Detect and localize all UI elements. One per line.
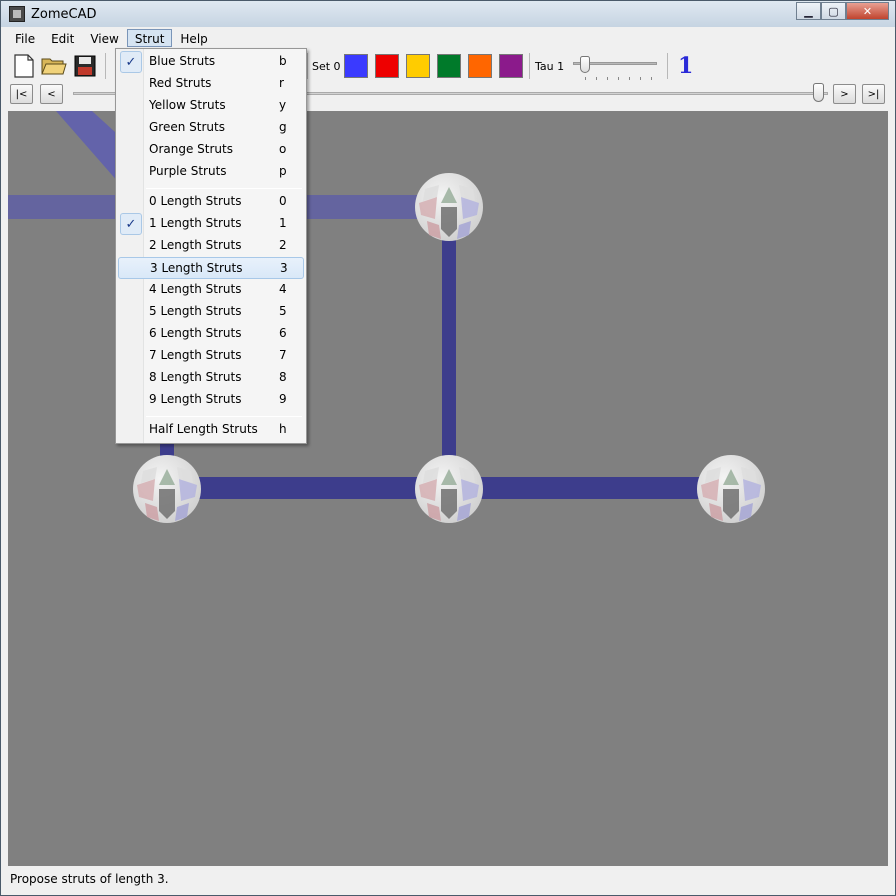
menu-help[interactable]: Help <box>172 29 215 47</box>
menu-item-9-length[interactable]: 9 Length Struts 9 <box>118 389 304 411</box>
maximize-icon: ▢ <box>828 4 839 18</box>
toolbar-separator <box>105 53 106 79</box>
zome-ball[interactable] <box>415 173 483 241</box>
slider-tick <box>596 77 597 80</box>
menu-item-green-struts[interactable]: Green Struts g <box>118 117 304 139</box>
window-title: ZomeCAD <box>31 6 97 22</box>
tau-slider-thumb[interactable] <box>580 56 590 73</box>
menu-item-6-length[interactable]: 6 Length Struts 6 <box>118 323 304 345</box>
menu-item-5-length[interactable]: 5 Length Struts 5 <box>118 301 304 323</box>
color-swatch-yellow[interactable] <box>406 54 430 78</box>
title-bar: ZomeCAD ▁ ▢ ✕ <box>1 1 895 27</box>
strut-menu-dropdown: ✓ Blue Struts b Red Struts r Yellow Stru… <box>115 48 307 444</box>
status-bar: Propose struts of length 3. <box>1 867 895 891</box>
menu-separator <box>146 416 302 417</box>
slider-tick <box>618 77 619 80</box>
color-swatch-orange[interactable] <box>468 54 492 78</box>
open-folder-icon <box>41 58 67 75</box>
color-swatch-blue[interactable] <box>344 54 368 78</box>
menu-item-red-struts[interactable]: Red Struts r <box>118 73 304 95</box>
menu-item-3-length[interactable]: 3 Length Struts 3 <box>118 257 304 279</box>
menu-item-4-length[interactable]: 4 Length Struts 4 <box>118 279 304 301</box>
history-slider-thumb[interactable] <box>813 83 824 102</box>
first-step-button[interactable]: |< <box>10 84 33 104</box>
maximize-button[interactable]: ▢ <box>821 2 846 20</box>
save-file-button[interactable] <box>72 53 98 79</box>
zome-ball[interactable] <box>133 455 201 523</box>
menu-item-8-length[interactable]: 8 Length Struts 8 <box>118 367 304 389</box>
menu-item-purple-struts[interactable]: Purple Struts p <box>118 161 304 183</box>
minimize-icon: ▁ <box>804 4 813 18</box>
color-swatch-green[interactable] <box>437 54 461 78</box>
slider-tick <box>651 77 652 80</box>
menu-view[interactable]: View <box>82 29 126 47</box>
check-icon: ✓ <box>120 213 142 235</box>
menu-item-orange-struts[interactable]: Orange Struts o <box>118 139 304 161</box>
next-step-button[interactable]: > <box>833 84 856 104</box>
zome-ball[interactable] <box>697 455 765 523</box>
color-swatch-red[interactable] <box>375 54 399 78</box>
slider-tick <box>585 77 586 80</box>
menu-item-yellow-struts[interactable]: Yellow Struts y <box>118 95 304 117</box>
menu-edit[interactable]: Edit <box>43 29 82 47</box>
menu-item-blue-struts[interactable]: ✓ Blue Struts b <box>118 51 304 73</box>
slider-tick <box>629 77 630 80</box>
menu-item-1-length[interactable]: ✓ 1 Length Struts 1 <box>118 213 304 235</box>
menu-file[interactable]: File <box>7 29 43 47</box>
menu-item-half-length[interactable]: Half Length Struts h <box>118 419 304 441</box>
prev-step-button[interactable]: < <box>40 84 63 104</box>
color-swatch-purple[interactable] <box>499 54 523 78</box>
slider-tick <box>607 77 608 80</box>
strut-lower-right <box>480 477 700 499</box>
menu-bar: File Edit View Strut Help <box>1 28 895 48</box>
check-icon: ✓ <box>120 51 142 73</box>
last-step-button[interactable]: >| <box>862 84 885 104</box>
tau-value: 1 <box>678 53 694 79</box>
save-disk-icon <box>74 55 96 77</box>
open-file-button[interactable] <box>41 53 67 79</box>
window-controls: ▁ ▢ ✕ <box>796 2 889 20</box>
new-file-icon <box>14 54 34 78</box>
new-file-button[interactable] <box>11 53 37 79</box>
tau-label: Tau 1 <box>535 60 565 73</box>
zome-ball[interactable] <box>415 455 483 523</box>
menu-item-7-length[interactable]: 7 Length Struts 7 <box>118 345 304 367</box>
minimize-button[interactable]: ▁ <box>796 2 821 20</box>
close-icon: ✕ <box>862 4 873 18</box>
status-text: Propose struts of length 3. <box>10 872 169 886</box>
app-icon <box>9 6 25 22</box>
toolbar-separator <box>307 53 308 79</box>
toolbar-separator <box>529 53 530 79</box>
menu-item-0-length[interactable]: 0 Length Struts 0 <box>118 191 304 213</box>
menu-strut[interactable]: Strut <box>126 29 173 47</box>
strut-vertical <box>442 229 456 491</box>
strut-lower-left <box>198 477 428 499</box>
set-label: Set 0 <box>312 60 341 73</box>
zomecad-window: ZomeCAD ▁ ▢ ✕ File Edit View Strut Help … <box>0 0 896 896</box>
close-button[interactable]: ✕ <box>846 2 889 20</box>
menu-separator <box>146 188 302 189</box>
menu-item-2-length[interactable]: 2 Length Struts 2 <box>118 235 304 257</box>
toolbar-separator <box>667 53 668 79</box>
slider-tick <box>640 77 641 80</box>
